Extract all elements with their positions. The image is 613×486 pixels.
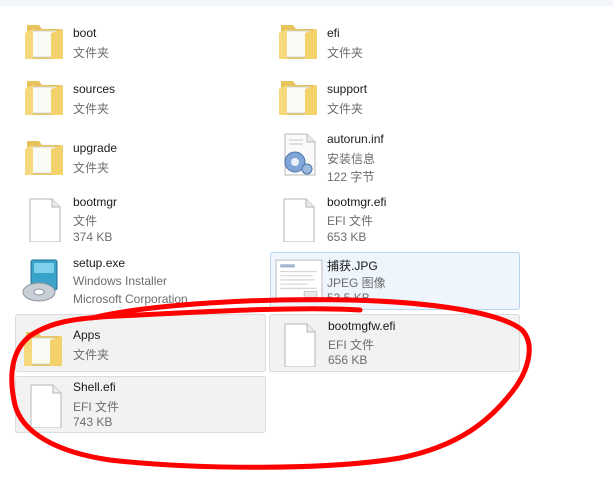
file-item-apps[interactable]: Apps 文件夹 — [15, 314, 266, 372]
file-item-bootmgr-efi[interactable]: bootmgr.efi EFI 文件 653 KB — [268, 189, 518, 247]
file-size: 743 KB — [73, 415, 113, 429]
file-name: bootmgr.efi — [327, 195, 387, 209]
file-item-shell-efi[interactable]: Shell.efi EFI 文件 743 KB — [15, 376, 266, 433]
file-name: boot — [73, 26, 97, 40]
file-size: 53.5 KB — [327, 291, 370, 305]
file-size: 374 KB — [73, 230, 113, 244]
folder-icon — [25, 25, 63, 59]
file-type: EFI 文件 — [73, 400, 120, 414]
file-icon — [284, 323, 316, 367]
window-top-edge — [0, 0, 613, 6]
file-item-upgrade[interactable]: upgrade 文件夹 — [14, 123, 264, 183]
file-item-efi[interactable]: efi 文件夹 — [268, 8, 518, 63]
file-name: support — [327, 82, 368, 96]
file-type: EFI 文件 — [327, 214, 374, 228]
file-item-autorun[interactable]: autorun.inf 安装信息 122 字节 — [268, 123, 518, 184]
file-item-capture-jpg[interactable]: 捕获.JPG JPEG 图像 53.5 KB — [270, 252, 520, 310]
file-name: sources — [73, 82, 116, 96]
folder-icon — [279, 81, 317, 115]
file-type: 文件夹 — [73, 102, 110, 116]
file-name: Apps — [73, 328, 101, 342]
file-name: bootmgfw.efi — [328, 319, 396, 333]
file-size: 653 KB — [327, 230, 367, 244]
file-item-boot[interactable]: boot 文件夹 — [14, 8, 264, 63]
file-name: autorun.inf — [327, 132, 384, 146]
file-name: bootmgr — [73, 195, 118, 209]
file-name: 捕获.JPG — [327, 259, 378, 273]
file-type: EFI 文件 — [328, 338, 375, 352]
file-type: 安装信息 — [327, 152, 376, 166]
folder-icon — [25, 141, 63, 175]
file-type: 文件夹 — [327, 102, 364, 116]
file-item-support[interactable]: support 文件夹 — [268, 64, 518, 119]
file-item-bootmgr[interactable]: bootmgr 文件 374 KB — [14, 189, 264, 247]
file-publisher: Windows Installer — [73, 274, 168, 288]
file-item-bootmgfw-efi[interactable]: bootmgfw.efi EFI 文件 656 KB — [269, 314, 520, 372]
file-company: Microsoft Corporation — [73, 292, 188, 306]
file-type: 文件 — [73, 214, 98, 228]
file-size: 122 字节 — [327, 170, 375, 184]
file-icon — [283, 198, 315, 242]
folder-icon — [25, 81, 63, 115]
file-type: JPEG 图像 — [327, 276, 386, 290]
file-icon — [29, 198, 61, 242]
file-size: 656 KB — [328, 353, 368, 367]
installer-icon — [22, 259, 58, 302]
file-icon — [30, 384, 62, 428]
settings-file-icon — [284, 133, 316, 176]
file-name: setup.exe — [73, 256, 126, 270]
file-type: 文件夹 — [327, 46, 364, 60]
file-name: efi — [327, 26, 340, 40]
file-type: 文件夹 — [73, 348, 110, 362]
file-type: 文件夹 — [73, 46, 110, 60]
file-name: Shell.efi — [73, 380, 116, 394]
folder-icon — [24, 332, 62, 366]
file-type: 文件夹 — [73, 161, 110, 175]
folder-icon — [279, 25, 317, 59]
file-item-sources[interactable]: sources 文件夹 — [14, 64, 264, 119]
file-item-setup-exe[interactable]: setup.exe Windows Installer Microsoft Co… — [14, 251, 264, 309]
file-name: upgrade — [73, 141, 118, 155]
image-thumbnail-icon — [275, 259, 323, 303]
